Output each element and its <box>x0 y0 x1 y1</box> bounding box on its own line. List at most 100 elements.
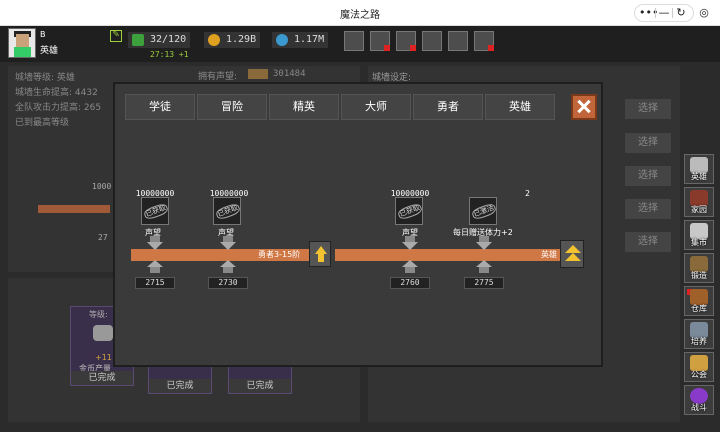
gem-value: 1.17M <box>294 34 325 45</box>
reward-node[interactable]: 已获取 <box>213 197 242 225</box>
node-points: 2730 <box>208 277 248 289</box>
reward-node[interactable]: 已获取 <box>141 197 170 225</box>
sidebar-item-label: 仓库 <box>691 304 707 313</box>
sidebar-item-label: 培养 <box>691 337 707 346</box>
sidebar-item-label: 战斗 <box>691 403 707 412</box>
window-title: 魔法之路 <box>340 10 380 21</box>
tab-brave[interactable]: 勇者 <box>413 94 483 120</box>
notify-dot <box>488 45 494 51</box>
chevron-up-icon <box>565 253 581 261</box>
claimed-stamp: 已获取 <box>396 202 424 221</box>
sidebar-item-label: 锻造 <box>691 271 707 280</box>
fist-icon <box>93 325 113 341</box>
fame-value: 301484 <box>273 69 306 79</box>
fame-icon <box>248 69 268 79</box>
up-arrow-stem <box>318 254 324 262</box>
edit-icon[interactable]: ✎ <box>110 30 122 42</box>
sidebar-item-forge[interactable]: 锻造 <box>684 253 714 283</box>
refresh-icon[interactable]: ↻ <box>673 5 689 21</box>
arrow-up-icon <box>476 260 492 274</box>
select-button[interactable]: 选择 <box>625 166 671 186</box>
claimed-stamp: 已获取 <box>142 202 170 221</box>
target-icon[interactable]: ◎ <box>696 5 712 21</box>
window-titlebar: 魔法之路 ••• — ↻ ◎ <box>0 0 720 26</box>
card-done-label: 已完成 <box>149 379 211 393</box>
tab-hero[interactable]: 英雄 <box>485 94 555 120</box>
select-button[interactable]: 选择 <box>625 99 671 119</box>
left-value-top: 1000 <box>92 182 112 191</box>
sidebar-item-training[interactable]: 培养 <box>684 319 714 349</box>
left-value-bottom: 27 <box>98 233 108 242</box>
gem-stat: 1.17M <box>272 32 329 48</box>
select-button[interactable]: 选择 <box>625 133 671 153</box>
gold-icon <box>208 34 220 46</box>
up-arrow-button[interactable] <box>309 241 331 267</box>
reward-node[interactable]: 已激活 <box>469 197 498 225</box>
chest-icon[interactable] <box>474 31 494 51</box>
palette-icon[interactable] <box>448 31 468 51</box>
arrow-down-icon <box>402 236 418 250</box>
tab-elite[interactable]: 精英 <box>269 94 339 120</box>
arrow-up-icon <box>402 260 418 274</box>
notify-dot <box>384 45 390 51</box>
fame-label: 拥有声望: <box>198 72 238 82</box>
gamepad-icon[interactable] <box>396 31 416 51</box>
arrow-down-icon <box>147 236 163 250</box>
tab-adventure[interactable]: 冒险 <box>197 94 267 120</box>
select-button[interactable]: 选择 <box>625 232 671 252</box>
wall-hp-text: 城墙生命提高: 4432 <box>15 88 98 98</box>
sidebar-item-guild[interactable]: 公会 <box>684 352 714 382</box>
energy-stat: 32/120 <box>128 32 191 48</box>
sidebar-item-hero[interactable]: 英雄 <box>684 154 714 184</box>
up-arrow-icon <box>315 246 327 254</box>
window-controls-pill: ••• — ↻ <box>634 4 694 22</box>
mail-icon[interactable] <box>370 31 390 51</box>
select-button[interactable]: 选择 <box>625 199 671 219</box>
card-value: +11 <box>95 353 112 362</box>
reward-node[interactable]: 已获取 <box>395 197 424 225</box>
notify-dot <box>410 45 416 51</box>
chevron-up-icon <box>565 245 581 253</box>
sidebar-item-label: 家园 <box>691 205 707 214</box>
claimed-stamp: 已获取 <box>214 202 242 221</box>
sidebar-item-battle[interactable]: 战斗 <box>684 385 714 415</box>
gem-icon <box>276 34 288 46</box>
sidebar-item-warehouse[interactable]: 仓库 <box>684 286 714 316</box>
node-points: 2715 <box>135 277 175 289</box>
close-icon[interactable] <box>571 94 597 120</box>
track-label-hero: 英雄 <box>541 250 557 259</box>
player-name: B <box>40 30 46 39</box>
rank-up-button[interactable] <box>560 240 584 268</box>
team-attack-text: 全队攻击力提高: 265 <box>15 103 102 113</box>
tab-apprentice[interactable]: 学徒 <box>125 94 195 120</box>
arrow-up-icon <box>147 260 163 274</box>
gear-icon[interactable] <box>422 31 442 51</box>
tab-master[interactable]: 大师 <box>341 94 411 120</box>
window-controls: ••• — ↻ ◎ <box>634 4 712 22</box>
more-icon[interactable]: ••• <box>639 5 658 21</box>
sidebar-item-market[interactable]: 集市 <box>684 220 714 250</box>
arrow-down-icon <box>476 236 492 250</box>
gold-stat: 1.29B <box>204 32 261 48</box>
progress-track <box>335 249 561 261</box>
shop-icon[interactable] <box>344 31 364 51</box>
sidebar-item-home[interactable]: 家园 <box>684 187 714 217</box>
activated-stamp: 已激活 <box>470 202 498 221</box>
arrow-down-icon <box>220 236 236 250</box>
avatar-body <box>14 47 31 57</box>
game-topbar: B 英雄 ✎ 32/120 27:13 +1 1.29B 1.17M <box>0 26 720 62</box>
gold-value: 1.29B <box>226 34 257 45</box>
minimize-icon[interactable]: — <box>656 5 672 21</box>
card-done-label: 已完成 <box>229 379 291 393</box>
card-done-label: 已完成 <box>71 371 133 385</box>
left-track <box>38 205 110 213</box>
node-points: 2760 <box>390 277 430 289</box>
sidebar-item-label: 集市 <box>691 238 707 247</box>
avatar[interactable] <box>8 28 36 58</box>
max-level-text: 已到最高等级 <box>15 118 70 128</box>
energy-regen: 27:13 +1 <box>150 50 189 59</box>
avatar-face <box>16 34 29 47</box>
wall-level-text: 城墙等级: 英雄 <box>15 73 75 83</box>
track-label-brave: 勇者3-15阶 <box>258 250 301 259</box>
card-level-label: 等级: <box>89 310 108 319</box>
